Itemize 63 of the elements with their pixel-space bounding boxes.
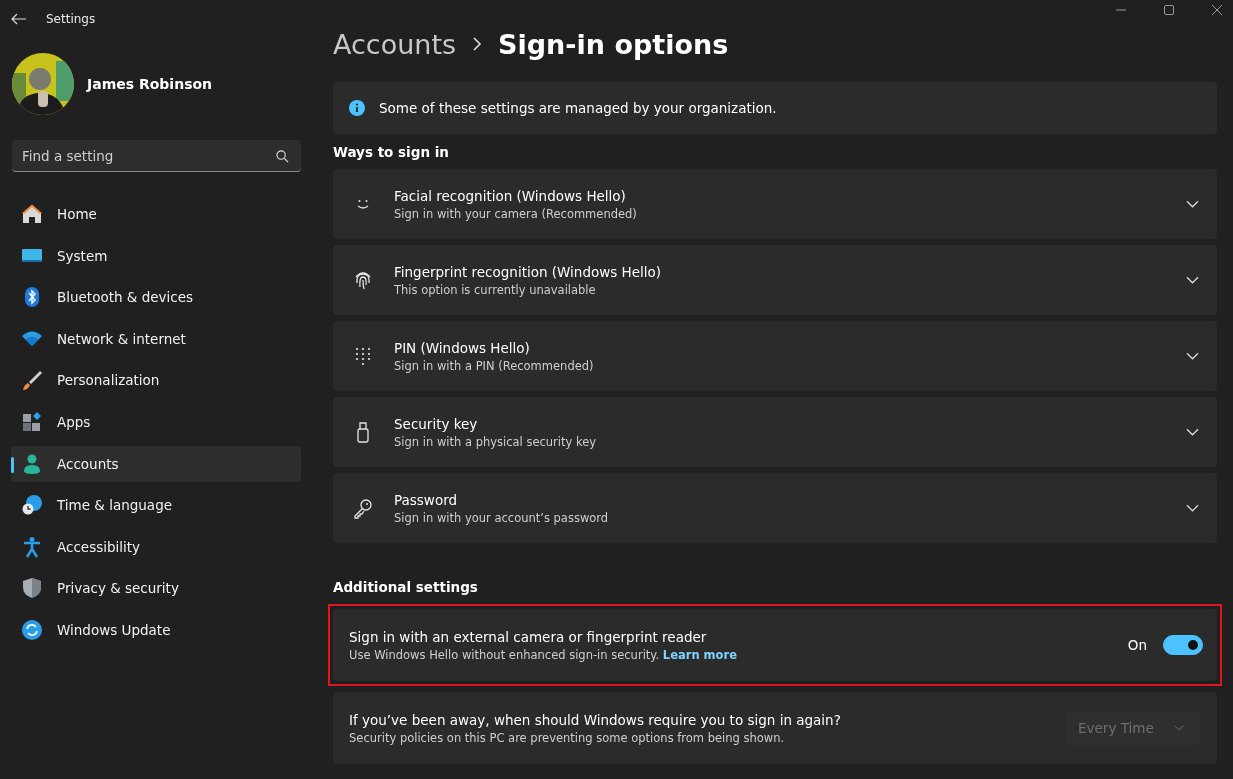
option-subtitle: Sign in with your account’s password bbox=[394, 510, 610, 525]
setting-description: Security policies on this PC are preventing some options from being shown. bbox=[349, 730, 786, 745]
accessibility-icon bbox=[21, 535, 43, 558]
sign-in-option[interactable]: Fingerprint recognition (Windows Hello) This option is currently unavailable bbox=[333, 245, 1217, 315]
chevron-down-icon[interactable] bbox=[1186, 276, 1199, 284]
option-subtitle: Sign in with a PIN (Recommended) bbox=[394, 358, 595, 373]
chevron-down-icon[interactable] bbox=[1186, 504, 1199, 512]
nav-item[interactable]: Network & internet bbox=[11, 320, 301, 357]
section-heading: Ways to sign in bbox=[333, 144, 450, 160]
user-name: James Robinson bbox=[87, 76, 213, 92]
toggle-state-label: On bbox=[1127, 637, 1147, 653]
setting-title: Sign in with an external camera or fingerprint reader bbox=[349, 628, 708, 645]
nav-item[interactable]: Windows Update bbox=[11, 611, 301, 648]
nav-item[interactable]: Accounts bbox=[11, 445, 301, 482]
nav-item[interactable]: Personalization bbox=[11, 362, 301, 399]
option-title: Facial recognition (Windows Hello) bbox=[394, 187, 627, 204]
key-icon bbox=[352, 497, 374, 519]
window-title: Settings bbox=[46, 12, 96, 26]
option-subtitle: Sign in with your camera (Recommended) bbox=[394, 206, 638, 221]
sign-in-option[interactable]: Password Sign in with your account’s password bbox=[333, 473, 1217, 543]
close-icon[interactable] bbox=[1211, 4, 1223, 16]
section-heading: Additional settings bbox=[333, 579, 479, 595]
sign-in-option[interactable]: Facial recognition (Windows Hello) Sign in with your camera (Recommended) bbox=[333, 169, 1217, 239]
nav-item[interactable]: System bbox=[11, 237, 301, 274]
page-title: Sign-in options bbox=[498, 28, 729, 60]
chevron-down-icon[interactable] bbox=[1186, 352, 1199, 360]
globe-clock-icon bbox=[21, 494, 43, 517]
apps-icon bbox=[21, 410, 43, 433]
search-icon[interactable] bbox=[276, 150, 289, 163]
house-icon bbox=[21, 203, 43, 225]
nav-item[interactable]: Home bbox=[11, 196, 301, 232]
option-title: Security key bbox=[394, 415, 479, 432]
nav-item[interactable]: Bluetooth & devices bbox=[11, 279, 301, 316]
selection-indicator bbox=[11, 456, 14, 473]
shield-icon bbox=[21, 577, 43, 600]
sign-in-option[interactable]: Security key Sign in with a physical security key bbox=[333, 397, 1217, 467]
sign-in-option[interactable]: PIN (Windows Hello) Sign in with a PIN (Recommended) bbox=[333, 321, 1217, 391]
toggle-switch[interactable] bbox=[1163, 635, 1203, 655]
back-arrow-icon[interactable] bbox=[11, 13, 27, 25]
nav-item[interactable]: Accessibility bbox=[11, 528, 301, 565]
breadcrumb-link[interactable]: Accounts bbox=[333, 28, 457, 60]
option-title: Fingerprint recognition (Windows Hello) bbox=[394, 263, 663, 280]
option-subtitle: This option is currently unavailable bbox=[394, 282, 597, 297]
setting-description: Use Windows Hello without enhanced sign-in security. bbox=[349, 647, 660, 662]
nav-item[interactable]: Privacy & security bbox=[11, 570, 301, 607]
maximize-icon[interactable] bbox=[1163, 4, 1175, 16]
chevron-right-icon bbox=[472, 36, 483, 52]
person-icon bbox=[21, 452, 43, 475]
refresh-icon bbox=[21, 618, 43, 641]
chevron-down-icon bbox=[1174, 725, 1184, 731]
option-title: Password bbox=[394, 491, 459, 508]
option-title: PIN (Windows Hello) bbox=[394, 339, 531, 356]
setting-title: If you’ve been away, when should Windows require you to sign in again? bbox=[349, 711, 842, 728]
nav-item[interactable]: Apps bbox=[11, 403, 301, 440]
learn-more-link[interactable]: Learn more bbox=[662, 647, 737, 662]
chevron-down-icon[interactable] bbox=[1186, 428, 1199, 436]
option-subtitle: Sign in with a physical security key bbox=[394, 434, 598, 449]
search-field[interactable]: Find a setting bbox=[12, 140, 301, 172]
info-icon bbox=[349, 100, 365, 116]
banner-text: Some of these settings are managed by your organization. bbox=[379, 100, 777, 116]
nav-item[interactable]: Time & language bbox=[11, 487, 301, 524]
brush-icon bbox=[21, 369, 43, 392]
chevron-down-icon[interactable] bbox=[1186, 200, 1199, 208]
